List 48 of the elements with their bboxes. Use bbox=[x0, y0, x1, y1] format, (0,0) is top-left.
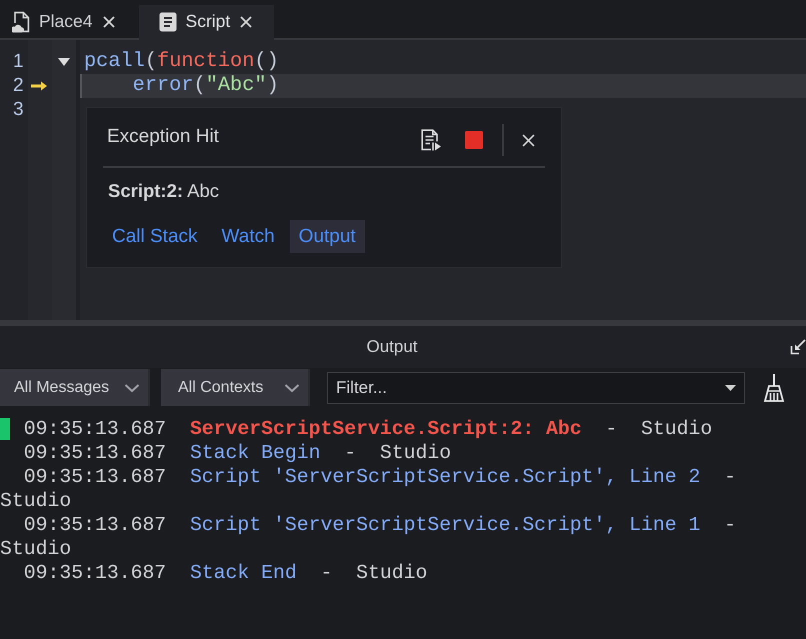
popup-tab[interactable]: Watch bbox=[212, 220, 284, 253]
log-source: Studio bbox=[0, 538, 72, 560]
log-message: Stack End bbox=[190, 562, 297, 584]
log-separator: - bbox=[724, 514, 736, 536]
caret-icon[interactable] bbox=[58, 58, 70, 66]
line-number: 2 bbox=[12, 74, 24, 98]
line-number: 1 bbox=[12, 50, 24, 74]
filter-dropdown[interactable]: All Contexts bbox=[161, 369, 310, 406]
log-timestamp: 09:35:13.687 bbox=[24, 562, 166, 584]
log-timestamp: 09:35:13.687 bbox=[24, 418, 166, 440]
file-tab[interactable]: Place4 bbox=[0, 5, 133, 40]
log-message: Script 'ServerScriptService.Script', Line 1 bbox=[190, 514, 700, 536]
filter-field[interactable]: Filter... bbox=[327, 372, 745, 404]
broom-icon[interactable] bbox=[762, 372, 786, 402]
document-cloud-icon bbox=[12, 10, 30, 32]
popup-tab[interactable]: Output bbox=[290, 220, 365, 253]
code-line: pcall(function() bbox=[84, 50, 279, 74]
log-message: ServerScriptService.Script:2: Abc bbox=[190, 418, 582, 440]
close-icon[interactable] bbox=[240, 16, 252, 28]
code-line: error("Abc") bbox=[132, 74, 279, 98]
log-message: Stack Begin bbox=[190, 442, 321, 464]
filter-dropdown[interactable]: All Messages bbox=[0, 369, 150, 406]
arrow-corner-icon[interactable] bbox=[790, 339, 806, 355]
popup-tab[interactable]: Call Stack bbox=[103, 220, 207, 253]
log-timestamp: 09:35:13.687 bbox=[24, 466, 166, 488]
panel-title: Output bbox=[365, 337, 419, 357]
log-message: Script 'ServerScriptService.Script', Line 2 bbox=[190, 466, 700, 488]
log-separator: - bbox=[320, 562, 332, 584]
log-separator: - bbox=[724, 466, 736, 488]
line-number: 3 bbox=[12, 98, 24, 122]
close-icon[interactable] bbox=[522, 134, 535, 146]
document-lines-icon bbox=[158, 12, 177, 32]
log-source: Studio bbox=[641, 418, 712, 440]
log-timestamp: 09:35:13.687 bbox=[24, 514, 166, 536]
log-separator: - bbox=[605, 418, 618, 440]
caret-down-icon[interactable] bbox=[725, 384, 736, 390]
popup-title: Exception Hit bbox=[106, 126, 220, 148]
log-source: Studio bbox=[0, 490, 72, 512]
close-icon[interactable] bbox=[102, 16, 115, 28]
file-tab[interactable]: Script bbox=[138, 5, 274, 40]
chevron-down-icon bbox=[284, 382, 300, 392]
log-separator: - bbox=[344, 442, 356, 464]
log-source: Studio bbox=[380, 442, 452, 464]
document-play-icon[interactable] bbox=[420, 129, 442, 151]
chevron-down-icon bbox=[124, 382, 140, 392]
log-timestamp: 09:35:13.687 bbox=[24, 442, 166, 464]
exception-message: Script:2: Abc bbox=[107, 180, 220, 202]
log-source: Studio bbox=[356, 562, 428, 584]
